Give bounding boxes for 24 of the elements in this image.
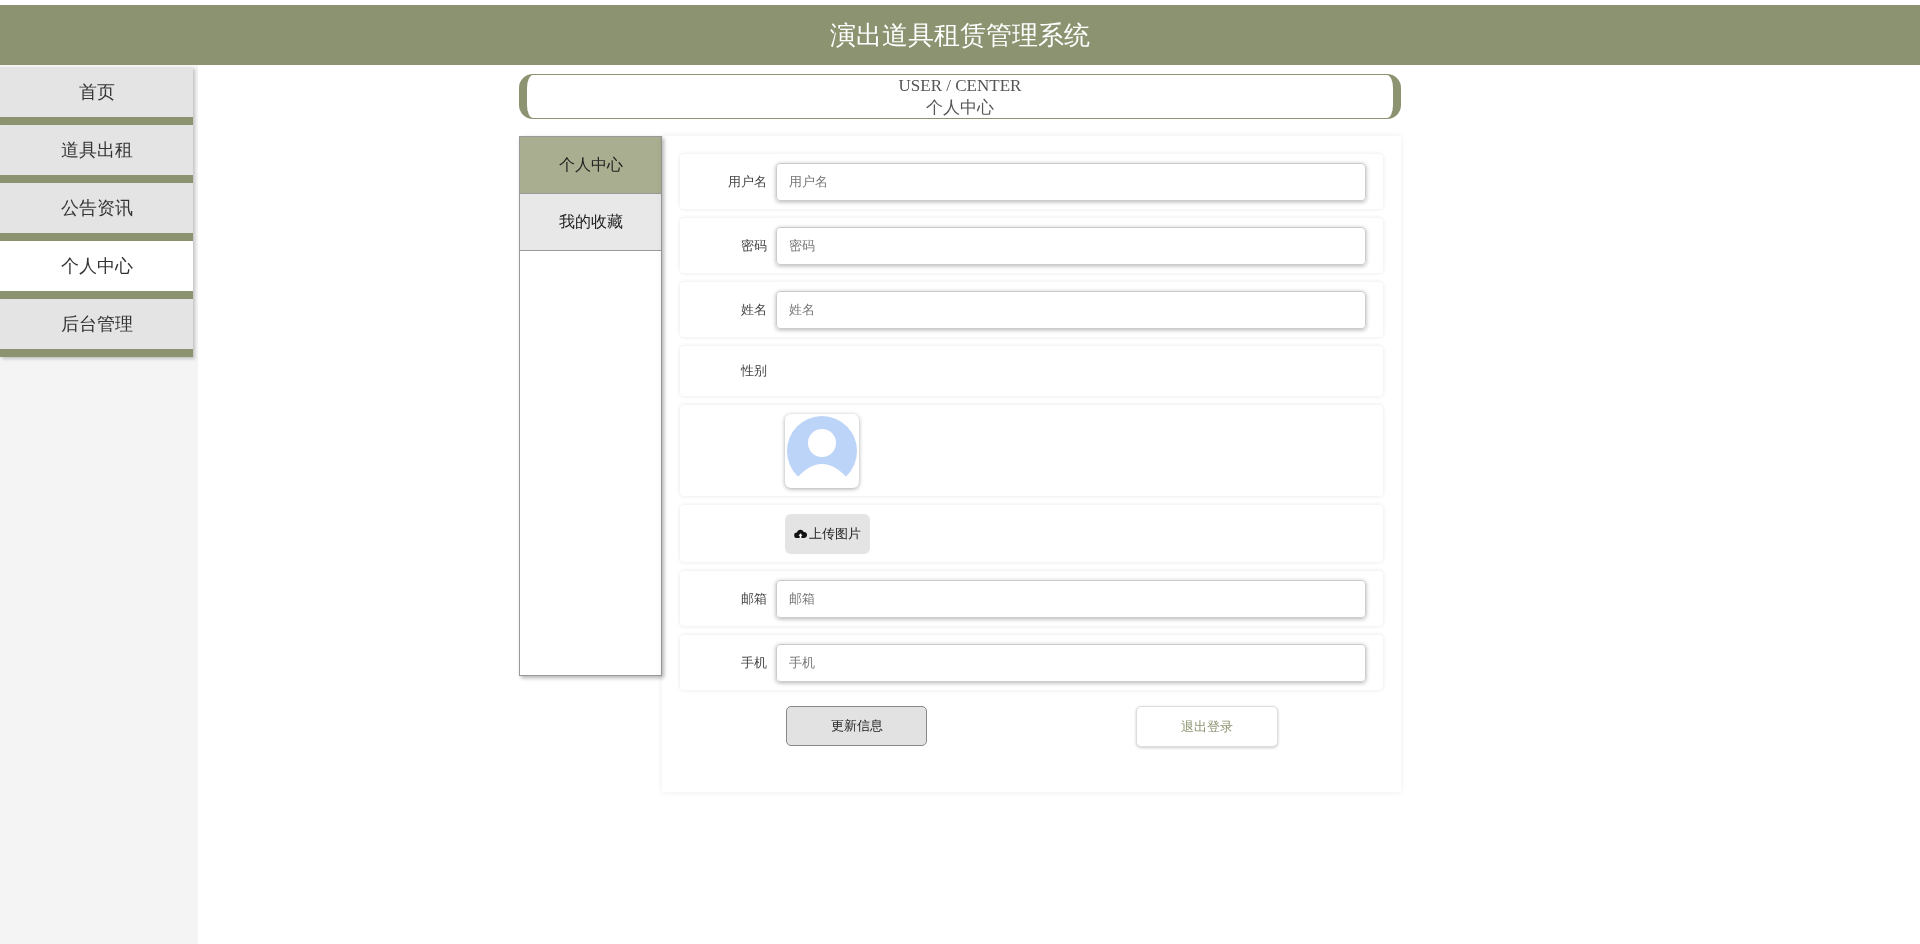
field-label: 邮箱 xyxy=(740,589,768,608)
field-label: 手机 xyxy=(740,653,768,672)
field-label: 性别 xyxy=(740,362,768,381)
side-tab[interactable]: 个人中心 xyxy=(520,137,661,194)
nav-item[interactable]: 首页 xyxy=(0,67,193,125)
app-title: 演出道具租赁管理系统 xyxy=(830,18,1090,52)
field-label: 密码 xyxy=(740,236,768,255)
nav-item[interactable]: 个人中心 xyxy=(0,241,193,299)
input-field[interactable]: 手机 xyxy=(776,643,1366,682)
nav-item[interactable]: 后台管理 xyxy=(0,299,193,357)
page-title-english: USER / CENTER xyxy=(898,74,1022,97)
page-title-chinese: 个人中心 xyxy=(926,96,994,119)
input-field[interactable]: 用户名 xyxy=(776,162,1366,201)
side-tab[interactable]: 我的收藏 xyxy=(520,194,661,251)
upload-button[interactable]: 上传图片 xyxy=(785,513,870,554)
nav-item[interactable]: 公告资讯 xyxy=(0,183,193,241)
input-field[interactable]: 密码 xyxy=(776,226,1366,265)
field-label: 用户名 xyxy=(727,172,768,191)
cloud-upload-icon xyxy=(794,528,807,539)
input-field[interactable]: 姓名 xyxy=(776,290,1366,329)
field-label: 姓名 xyxy=(740,300,768,319)
nav-item[interactable]: 道具出租 xyxy=(0,125,193,183)
input-field[interactable]: 邮箱 xyxy=(776,579,1366,618)
update-button[interactable]: 更新信息 xyxy=(786,706,927,746)
